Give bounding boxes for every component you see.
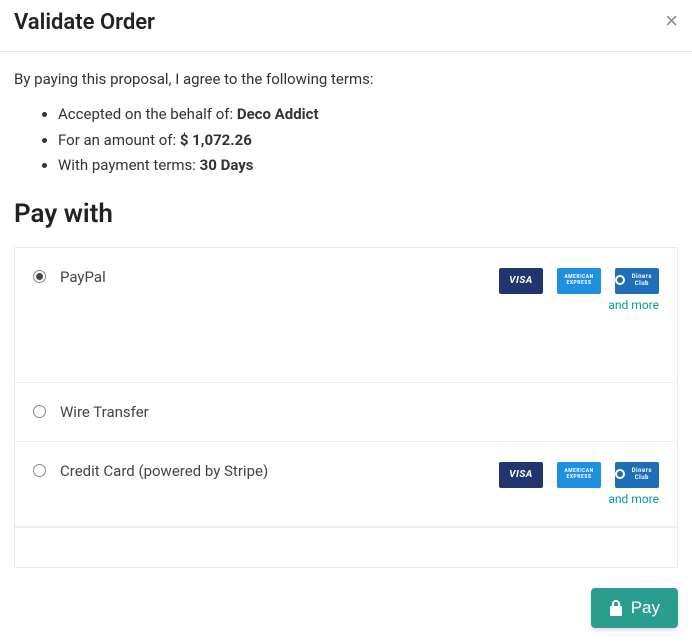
- terms-item-payment-terms: With payment terms: 30 Days: [58, 153, 678, 179]
- terms-label: For an amount of:: [58, 131, 180, 149]
- radio-stripe[interactable]: [33, 464, 46, 477]
- diners-icon: Diners Club: [615, 268, 659, 294]
- visa-icon: VISA: [499, 462, 543, 488]
- payment-label: PayPal: [60, 268, 106, 286]
- lock-icon: [609, 600, 623, 616]
- terms-label: Accepted on the behalf of:: [58, 105, 237, 123]
- terms-value: $ 1,072.26: [180, 131, 252, 149]
- terms-item-behalf: Accepted on the behalf of: Deco Addict: [58, 102, 678, 128]
- and-more-link[interactable]: and more: [608, 298, 659, 312]
- and-more-link[interactable]: and more: [608, 492, 659, 506]
- pay-button[interactable]: Pay: [591, 588, 678, 628]
- radio-paypal[interactable]: [33, 270, 46, 283]
- amex-icon: AMERICAN EXPRESS: [557, 268, 601, 294]
- payment-option-wire[interactable]: Wire Transfer: [15, 383, 677, 442]
- diners-icon: Diners Club: [615, 462, 659, 488]
- dialog-header: Validate Order ×: [0, 0, 692, 52]
- amex-icon: AMERICAN EXPRESS: [557, 462, 601, 488]
- validate-order-dialog: Validate Order × By paying this proposal…: [0, 0, 692, 642]
- pay-button-label: Pay: [631, 598, 660, 618]
- payment-label: Credit Card (powered by Stripe): [60, 462, 268, 480]
- brand-block: VISA AMERICAN EXPRESS Diners Club and mo…: [499, 462, 659, 506]
- visa-icon: VISA: [499, 268, 543, 294]
- terms-list: Accepted on the behalf of: Deco Addict F…: [14, 102, 678, 179]
- dialog-title: Validate Order: [14, 10, 155, 35]
- pay-with-heading: Pay with: [14, 199, 678, 229]
- intro-text: By paying this proposal, I agree to the …: [14, 70, 678, 88]
- payment-methods-panel: PayPal VISA AMERICAN EXPRESS Diners Club…: [14, 247, 678, 568]
- dialog-footer: Pay: [0, 574, 692, 642]
- terms-value: Deco Addict: [237, 105, 319, 123]
- close-button[interactable]: ×: [665, 10, 678, 32]
- brand-block: VISA AMERICAN EXPRESS Diners Club and mo…: [499, 268, 659, 312]
- terms-label: With payment terms:: [58, 156, 200, 174]
- terms-item-amount: For an amount of: $ 1,072.26: [58, 128, 678, 154]
- panel-spacer: [15, 527, 677, 567]
- payment-option-stripe[interactable]: Credit Card (powered by Stripe) VISA AME…: [15, 442, 677, 527]
- dialog-body: By paying this proposal, I agree to the …: [0, 52, 692, 574]
- radio-wire[interactable]: [33, 405, 46, 418]
- payment-label: Wire Transfer: [60, 403, 149, 421]
- terms-value: 30 Days: [200, 156, 254, 174]
- payment-option-paypal[interactable]: PayPal VISA AMERICAN EXPRESS Diners Club…: [15, 248, 677, 383]
